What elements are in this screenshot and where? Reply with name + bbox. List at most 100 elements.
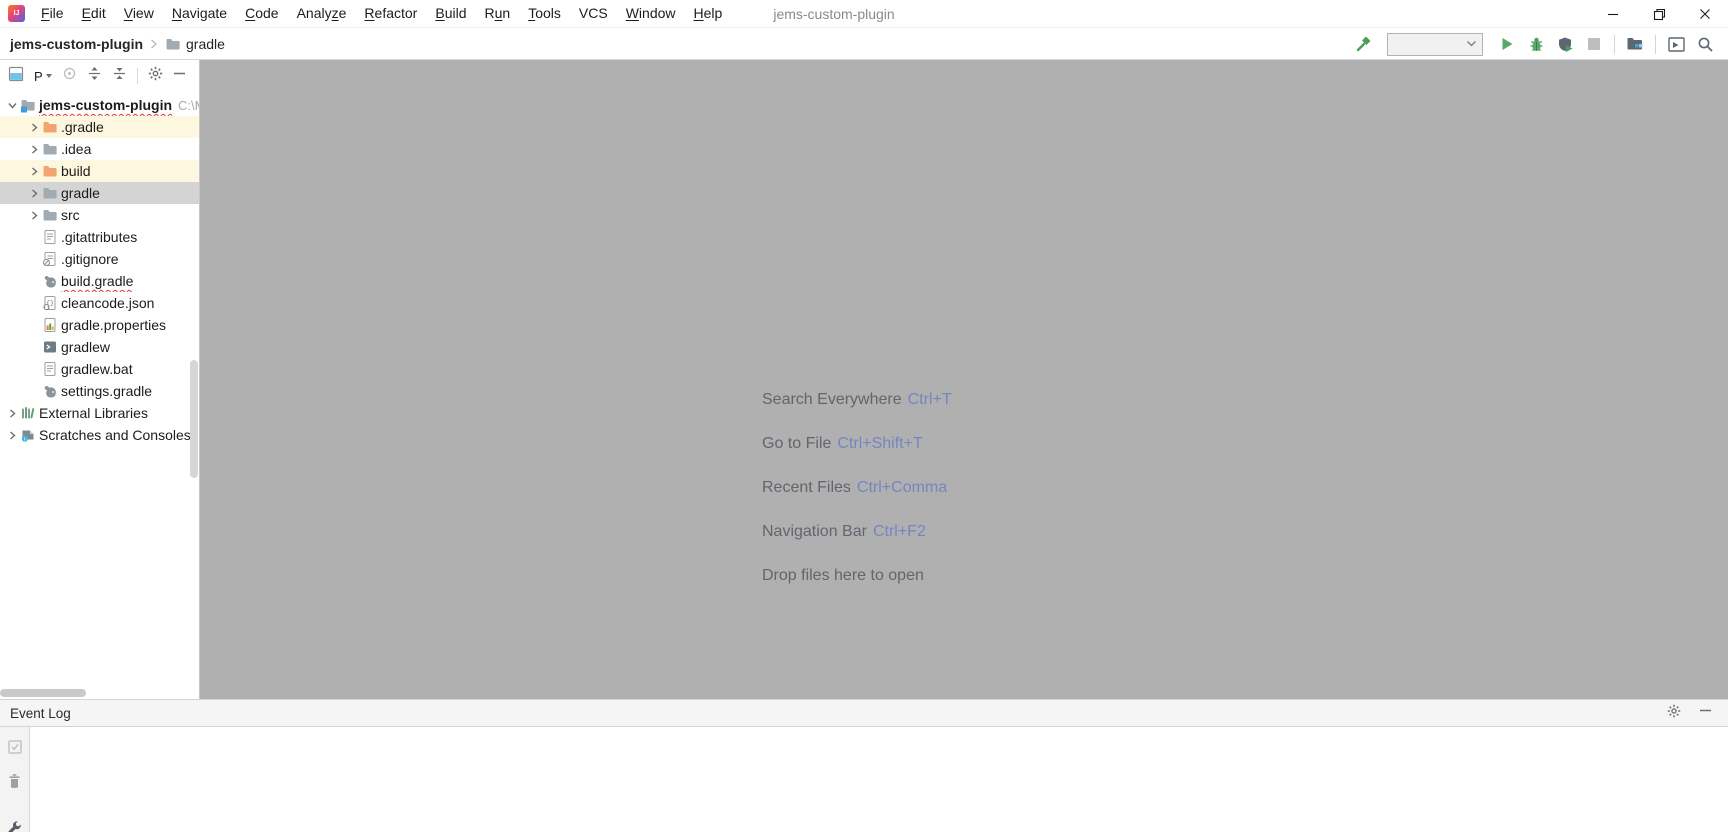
tree-row-gradlew[interactable]: gradlew bbox=[0, 336, 199, 358]
tree-row-build-gradle[interactable]: build.gradle bbox=[0, 270, 199, 292]
breadcrumb-folder[interactable]: gradle bbox=[186, 36, 225, 52]
chevron-down-icon[interactable] bbox=[4, 94, 20, 116]
clear-log-button[interactable] bbox=[7, 773, 22, 794]
menu-refactor[interactable]: Refactor bbox=[355, 0, 426, 27]
stop-button[interactable] bbox=[1585, 35, 1603, 53]
debug-button[interactable] bbox=[1527, 35, 1545, 53]
search-icon bbox=[1698, 37, 1713, 52]
log-settings-button[interactable] bbox=[6, 820, 23, 832]
toolbar-separator bbox=[1655, 34, 1656, 54]
minimize-icon bbox=[1608, 13, 1618, 16]
tree-row-gradle-properties[interactable]: gradle.properties bbox=[0, 314, 199, 336]
project-view-icon[interactable] bbox=[8, 66, 24, 87]
tree-row-dot-gradle[interactable]: .gradle bbox=[0, 116, 199, 138]
tree-row-scratches[interactable]: i Scratches and Consoles bbox=[0, 424, 199, 446]
tree-row-external-libraries[interactable]: External Libraries bbox=[0, 402, 199, 424]
restore-button[interactable] bbox=[1636, 0, 1682, 28]
folder-icon bbox=[42, 138, 60, 160]
event-log-hide-button[interactable] bbox=[1699, 704, 1712, 722]
navigation-bar: jems-custom-plugin gradle bbox=[0, 29, 1728, 60]
tree-row-gradle[interactable]: gradle bbox=[0, 182, 199, 204]
json-file-icon: {}() bbox=[42, 292, 60, 314]
tree-row-build[interactable]: build bbox=[0, 160, 199, 182]
coverage-button[interactable] bbox=[1556, 35, 1574, 53]
chevron-right-icon bbox=[150, 38, 158, 50]
chevron-right-icon[interactable] bbox=[4, 424, 20, 446]
menu-navigate[interactable]: Navigate bbox=[163, 0, 236, 27]
close-button[interactable] bbox=[1682, 0, 1728, 28]
intellij-logo-icon: IJ bbox=[8, 5, 25, 22]
project-panel-header: P bbox=[0, 60, 199, 92]
run-anything-button[interactable] bbox=[1667, 35, 1685, 53]
search-everywhere-button[interactable] bbox=[1696, 35, 1714, 53]
keyboard-hints: Search Everywhere Ctrl+T Go to File Ctrl… bbox=[762, 378, 952, 598]
tree-row-gradlew-bat[interactable]: gradlew.bat bbox=[0, 358, 199, 380]
event-log-settings-button[interactable] bbox=[1667, 704, 1681, 723]
breadcrumb-project[interactable]: jems-custom-plugin bbox=[10, 36, 143, 52]
wrench-icon bbox=[8, 821, 21, 832]
event-log-bar[interactable]: Event Log bbox=[0, 699, 1728, 727]
locate-file-button[interactable] bbox=[62, 66, 77, 86]
chevron-right-icon[interactable] bbox=[4, 402, 20, 424]
tree-row-project-root[interactable]: jems-custom-plugin C:\M bbox=[0, 94, 199, 116]
chevron-right-icon[interactable] bbox=[26, 182, 42, 204]
hammer-build-button[interactable] bbox=[1354, 35, 1372, 53]
horizontal-scrollbar[interactable] bbox=[0, 689, 86, 697]
menu-build[interactable]: Build bbox=[426, 0, 475, 27]
project-structure-icon bbox=[1627, 38, 1643, 50]
collapse-all-button[interactable] bbox=[112, 66, 127, 86]
svg-text:(): () bbox=[44, 305, 49, 311]
stop-icon bbox=[1588, 38, 1600, 50]
excluded-folder-icon bbox=[42, 116, 60, 138]
chevron-right-icon[interactable] bbox=[26, 116, 42, 138]
hint-recent-files: Recent Files Ctrl+Comma bbox=[762, 479, 948, 496]
menu-view[interactable]: View bbox=[115, 0, 163, 27]
workspace: Search Everywhere Ctrl+T Go to File Ctrl… bbox=[0, 60, 1728, 699]
chevron-right-icon[interactable] bbox=[26, 138, 42, 160]
chevron-right-icon[interactable] bbox=[26, 160, 42, 182]
run-anything-icon bbox=[1667, 36, 1685, 52]
menu-run[interactable]: Run bbox=[476, 0, 520, 27]
menu-code[interactable]: Code bbox=[236, 0, 287, 27]
menu-edit[interactable]: Edit bbox=[73, 0, 115, 27]
menu-vcs[interactable]: VCS bbox=[570, 0, 617, 27]
gear-icon bbox=[1667, 704, 1681, 717]
mark-read-icon bbox=[7, 740, 22, 754]
hint-go-to-file: Go to File Ctrl+Shift+T bbox=[762, 435, 923, 452]
tree-row-gitignore[interactable]: .gitignore bbox=[0, 248, 199, 270]
tree-row-dot-idea[interactable]: .idea bbox=[0, 138, 199, 160]
menu-tools[interactable]: Tools bbox=[519, 0, 570, 27]
project-structure-button[interactable] bbox=[1626, 35, 1644, 53]
chevron-right-icon[interactable] bbox=[26, 204, 42, 226]
menu-window[interactable]: Window bbox=[617, 0, 685, 27]
run-config-select[interactable] bbox=[1387, 32, 1483, 56]
run-toolbar bbox=[1354, 32, 1714, 56]
tree-row-src[interactable]: src bbox=[0, 204, 199, 226]
excluded-folder-icon bbox=[42, 160, 60, 182]
properties-file-icon bbox=[42, 314, 60, 336]
vertical-scrollbar[interactable] bbox=[190, 360, 198, 478]
menu-help[interactable]: Help bbox=[685, 0, 732, 27]
hide-panel-button[interactable] bbox=[173, 67, 186, 85]
editor-empty-area[interactable]: Search Everywhere Ctrl+T Go to File Ctrl… bbox=[200, 60, 1728, 699]
locate-icon bbox=[63, 67, 75, 80]
restore-icon bbox=[1653, 8, 1665, 20]
expand-all-button[interactable] bbox=[87, 66, 102, 86]
mark-all-read-button[interactable] bbox=[7, 739, 23, 760]
tree-row-cleancode-json[interactable]: {}() cleancode.json bbox=[0, 292, 199, 314]
minimize-button[interactable] bbox=[1590, 0, 1636, 28]
libraries-icon bbox=[20, 402, 38, 424]
project-view-selector[interactable]: P bbox=[34, 69, 52, 84]
panel-settings-button[interactable] bbox=[148, 66, 163, 86]
collapse-all-icon bbox=[113, 68, 125, 79]
event-log-panel bbox=[0, 727, 1728, 832]
run-button[interactable] bbox=[1498, 35, 1516, 53]
menu-file[interactable]: File bbox=[32, 0, 73, 27]
project-root-folder-icon bbox=[20, 94, 38, 116]
tree-row-gitattributes[interactable]: .gitattributes bbox=[0, 226, 199, 248]
menu-analyze[interactable]: Analyze bbox=[288, 0, 356, 27]
project-root-path: C:\M bbox=[178, 97, 199, 113]
tree-row-settings-gradle[interactable]: settings.gradle bbox=[0, 380, 199, 402]
folder-icon bbox=[165, 36, 181, 52]
hide-icon bbox=[173, 72, 185, 75]
